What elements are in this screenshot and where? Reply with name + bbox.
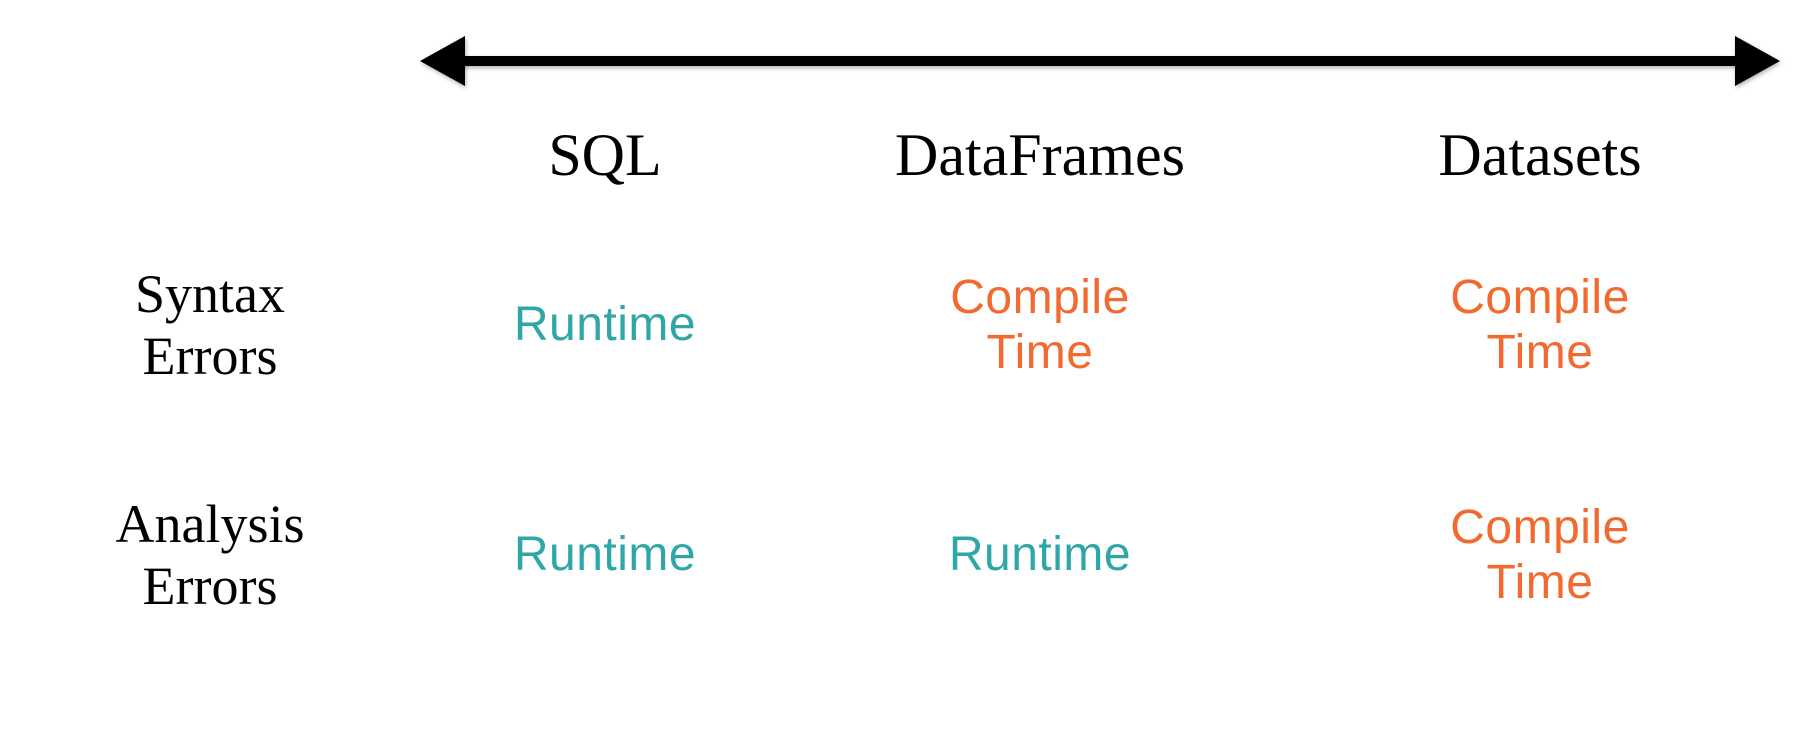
cell-analysis-dataframes: Runtime — [949, 527, 1131, 582]
cell-syntax-dataframes: CompileTime — [950, 270, 1130, 380]
arrow-right-icon — [1735, 36, 1780, 86]
column-header-dataframes: DataFrames — [895, 121, 1185, 190]
cell-syntax-datasets: CompileTime — [1450, 270, 1630, 380]
column-header-datasets: Datasets — [1438, 121, 1641, 190]
cell-analysis-sql: Runtime — [514, 527, 696, 582]
cell-analysis-datasets: CompileTime — [1450, 500, 1630, 610]
column-header-sql: SQL — [548, 121, 661, 190]
row-label-syntax-errors: SyntaxErrors — [135, 263, 285, 387]
row-label-analysis-errors: AnalysisErrors — [116, 493, 305, 617]
comparison-table: SQL DataFrames Datasets SyntaxErrors Run… — [0, 100, 1804, 670]
double-arrow-icon — [420, 30, 1780, 90]
cell-syntax-sql: Runtime — [514, 297, 696, 352]
arrow-shaft — [450, 56, 1750, 66]
